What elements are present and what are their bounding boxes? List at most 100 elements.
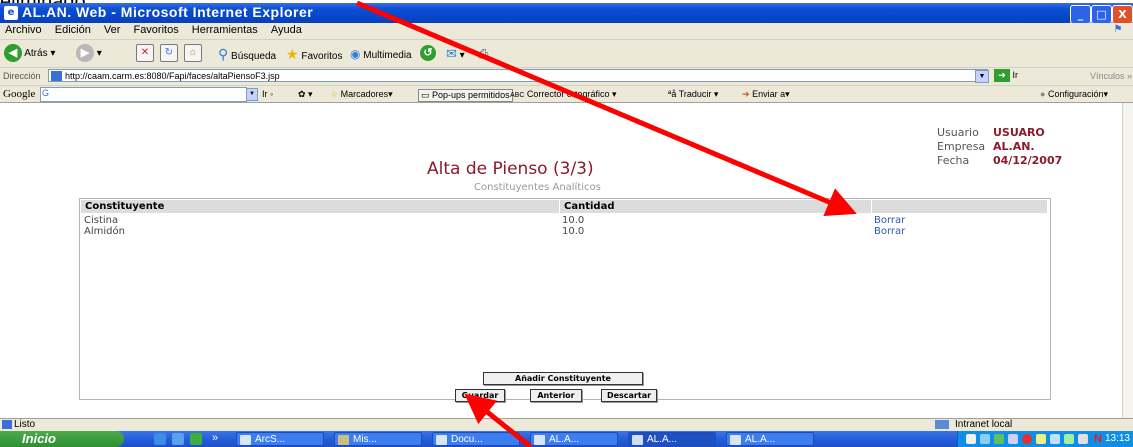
word-icon [436,435,447,445]
constituents-table: Constituyente Cantidad Cistina 10.0 Borr… [79,198,1051,400]
print-button[interactable]: ⎙ [478,44,488,64]
print-icon: ⎙ [478,46,489,61]
back-arrow-icon: ◀ [4,44,22,63]
bookmarks-button[interactable]: ☆ Marcadores▾ [330,89,393,100]
tray-icon-3[interactable] [994,434,1004,444]
user-info: Usuario USUARO Empresa AL.AN. Fecha 04/12/2… [937,126,1062,168]
address-input[interactable]: http://caam.carm.es:8080/Fapi/faces/alta… [48,69,988,82]
home-button[interactable]: ⌂ [184,44,202,64]
tray-icon-6[interactable] [1036,434,1046,444]
empresa-label: Empresa [937,140,986,153]
vertical-scrollbar[interactable] [1122,103,1133,418]
menu-ver[interactable]: Ver [99,23,126,37]
row-2-delete-link[interactable]: Borrar [874,226,905,237]
address-url: http://caam.carm.es:8080/Fapi/faces/alta… [65,71,280,81]
task-mis[interactable]: Mis... [334,432,422,446]
star-icon: ★ [286,46,299,62]
arcgis-icon [240,435,251,445]
close-button[interactable]: X [1112,5,1133,24]
window-title: AL.AN. Web - Microsoft Internet Explorer [22,4,314,20]
menu-favoritos[interactable]: Favoritos [128,23,183,37]
row-2-amount: 10.0 [562,226,585,237]
google-search-input[interactable]: G [40,87,247,102]
tray-icon-5[interactable] [1022,434,1032,444]
send-button[interactable]: ➔ Enviar a▾ [742,89,790,100]
task-ala-2[interactable]: AL.A... [628,432,716,446]
tray-icon-2[interactable] [980,434,990,444]
tray-n-icon[interactable]: N [1094,431,1102,447]
ie-quicklaunch-icon[interactable] [154,433,166,445]
clock: 13:13 [1104,433,1130,444]
save-button[interactable]: Guardar [455,389,505,402]
usuario-label: Usuario [937,126,979,139]
minimize-button[interactable]: _ [1070,5,1091,24]
column-header-cantidad: Cantidad [560,200,872,213]
tray-icon-1[interactable] [966,434,976,444]
favorites-button[interactable]: ★ Favoritos [286,44,342,64]
ie-logo-icon: e [4,6,18,20]
links-label[interactable]: Vínculos » [1090,71,1132,81]
maximize-button[interactable]: □ [1091,5,1112,24]
outlook-quicklaunch-icon[interactable] [172,433,184,445]
google-go-button[interactable]: Ir ◦ [262,89,273,99]
standard-toolbar: ◀ Atrás ▾ ▶ ▾ ✕ ↻ ⌂ ⚲ Búsqueda ★ Favorit… [0,40,1133,68]
spellcheck-button[interactable]: ABC Corrector ortográfico ▾ [510,89,616,100]
google-dropdown-icon[interactable]: ▼ [246,88,258,101]
more-quicklaunch[interactable]: » [212,432,218,444]
menu-herramientas[interactable]: Herramientas [187,23,263,37]
back-button[interactable]: ◀ Atrás ▾ [4,44,55,64]
menu-archivo[interactable]: Archivo [0,23,47,37]
forward-arrow-icon: ▶ [76,44,94,63]
menu-edicion[interactable]: Edición [50,23,96,37]
start-button[interactable]: Inicio [0,431,124,447]
go-button[interactable]: ➔ Ir [994,69,1018,82]
windows-logo-icon: ⚑ [1107,24,1129,38]
mail-button[interactable]: ✉ ▾ [446,44,465,64]
config-button[interactable]: ● Configuración▾ [1040,89,1108,100]
send-icon: ➔ [742,89,750,99]
address-dropdown-icon[interactable]: ▼ [975,70,989,83]
fecha-label: Fecha [937,154,970,167]
google-g-icon: G [42,88,50,98]
stop-icon: ✕ [136,44,154,63]
task-ala-3[interactable]: AL.A... [726,432,814,446]
forward-button[interactable]: ▶ ▾ [76,44,102,64]
menu-ayuda[interactable]: Ayuda [266,23,307,37]
popups-button[interactable]: ▭ Pop-ups permitidos [418,89,513,102]
column-header-constituyente: Constituyente [81,200,560,213]
menu-bar: Archivo Edición Ver Favoritos Herramient… [0,23,1133,40]
task-docu[interactable]: Docu... [432,432,520,446]
home-icon: ⌂ [184,44,202,63]
taskbar: Inicio » ArcS... Mis... Docu... AL.A... … [0,431,1133,447]
go-label: Ir [1012,70,1019,80]
translate-button[interactable]: ªå Traducir ▾ [668,89,718,100]
task-arcs[interactable]: ArcS... [236,432,324,446]
search-button[interactable]: ⚲ Búsqueda [218,44,276,64]
row-1-delete-link[interactable]: Borrar [874,215,905,226]
folder-icon [338,435,349,445]
favorites-label: Favoritos [301,51,343,62]
history-button[interactable]: ↺ [420,44,436,64]
intranet-icon [935,420,949,429]
google-extra-icon[interactable]: ✿ ▾ [298,89,313,100]
ie-icon [632,435,643,445]
refresh-button[interactable]: ↻ [160,44,178,64]
page-subtitle: Constituyentes Analíticos [474,182,601,193]
stop-button[interactable]: ✕ [136,44,154,64]
usuario-value: USUARO [993,126,1045,139]
tray-icon-9[interactable] [1078,434,1088,444]
tray-icon-8[interactable] [1064,434,1074,444]
desktop-quicklaunch-icon[interactable] [190,433,202,445]
google-logo: Google [3,88,36,100]
tray-icon-4[interactable] [1008,434,1018,444]
spellcheck-icon: ABC [510,92,525,99]
multimedia-button[interactable]: ◉ Multimedia [350,44,412,64]
discard-button[interactable]: Descartar [601,389,657,402]
address-bar: Dirección http://caam.carm.es:8080/Fapi/… [0,68,1133,86]
task-ala-1[interactable]: AL.A... [530,432,618,446]
tray-icon-7[interactable] [1050,434,1060,444]
add-constituent-button[interactable]: Añadir Constituyente [483,372,643,385]
previous-button[interactable]: Anterior [530,389,582,402]
translate-icon: ªå [668,89,677,99]
page-title: Alta de Pienso (3/3) [427,159,594,179]
